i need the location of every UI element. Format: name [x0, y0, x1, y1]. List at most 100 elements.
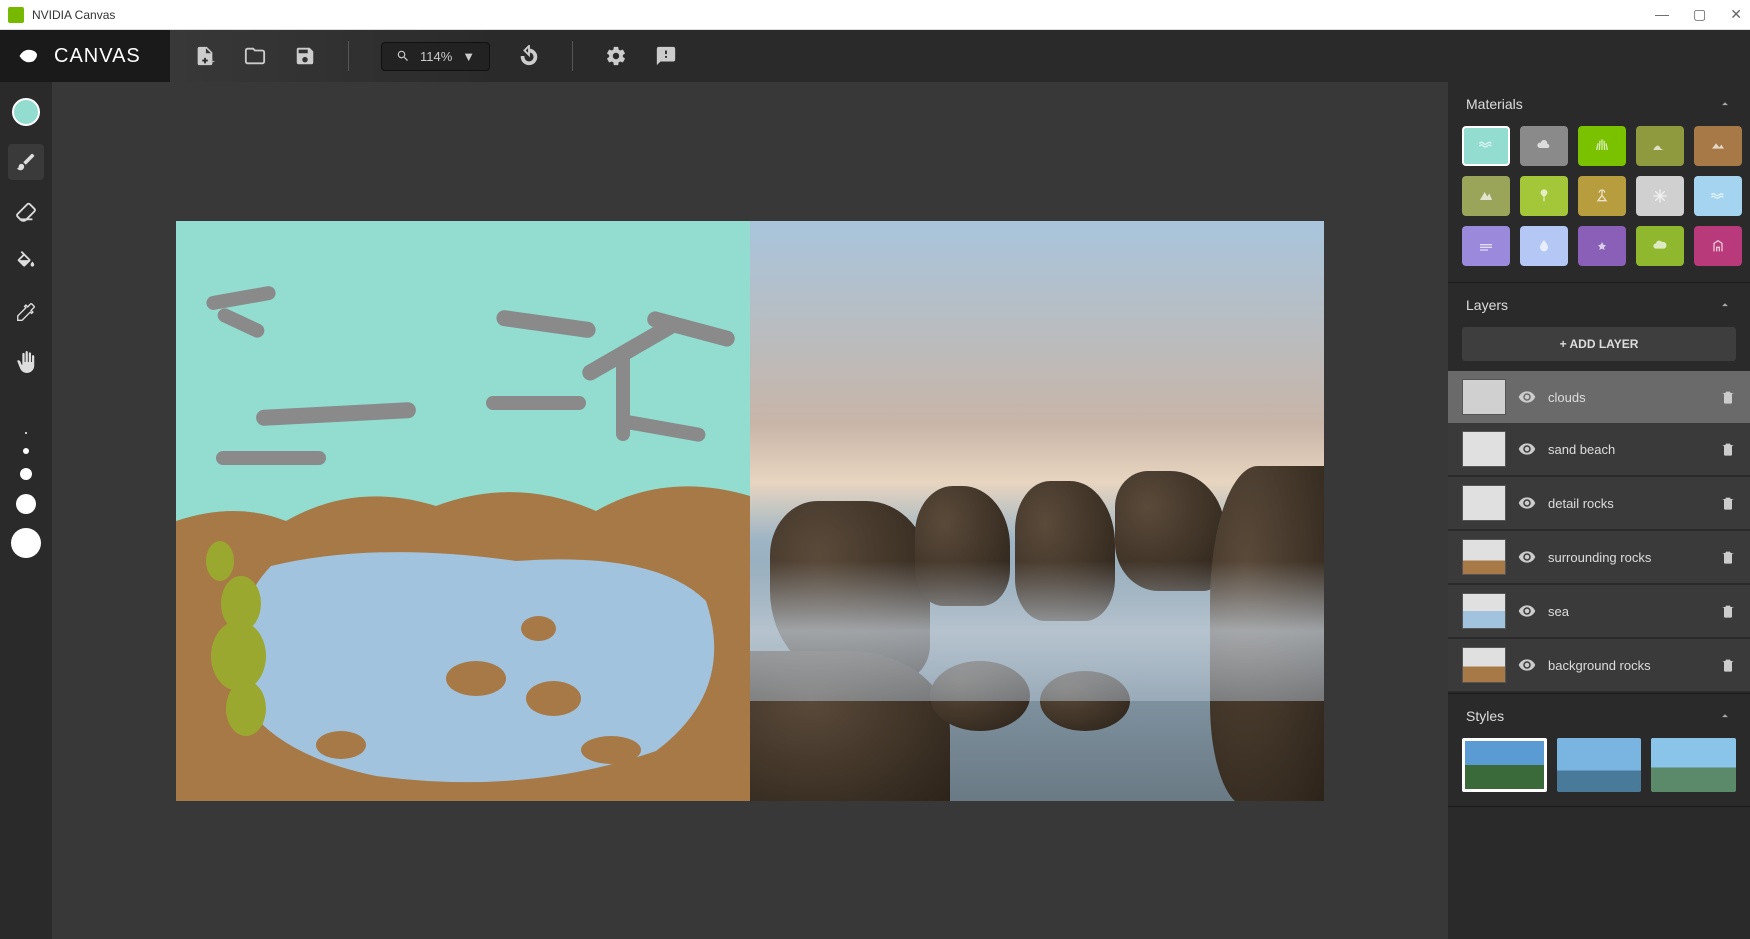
layer-row[interactable]: background rocks [1448, 639, 1750, 691]
layer-row[interactable]: sea [1448, 585, 1750, 637]
style-thumb[interactable] [1651, 738, 1736, 792]
canvas-area [52, 82, 1448, 939]
tool-eyedropper[interactable] [8, 294, 44, 330]
hill-icon [1650, 138, 1670, 154]
nvidia-logo-icon [16, 42, 44, 70]
layer-name: clouds [1548, 390, 1708, 405]
layer-thumbnail [1462, 593, 1506, 629]
material-sky[interactable] [1520, 226, 1568, 266]
app-icon [8, 7, 24, 23]
output-canvas [750, 221, 1324, 801]
material-mountain[interactable] [1462, 176, 1510, 216]
window-controls: — ▢ ✕ [1655, 6, 1742, 23]
material-building[interactable] [1694, 226, 1742, 266]
material-stars[interactable] [1578, 226, 1626, 266]
material-snow[interactable] [1636, 176, 1684, 216]
save-file-button[interactable] [294, 45, 316, 67]
styles-panel-header[interactable]: Styles [1448, 694, 1750, 738]
style-thumb[interactable] [1557, 738, 1642, 792]
materials-panel-header[interactable]: Materials [1448, 82, 1750, 126]
divider [348, 41, 349, 71]
material-grass[interactable] [1578, 126, 1626, 166]
material-fog[interactable] [1462, 226, 1510, 266]
visibility-toggle-icon[interactable] [1518, 388, 1536, 406]
tool-brush[interactable] [8, 144, 44, 180]
layer-row[interactable]: sand beach [1448, 423, 1750, 475]
delete-layer-icon[interactable] [1720, 657, 1736, 673]
close-button[interactable]: ✕ [1730, 6, 1742, 23]
material-dirt[interactable] [1694, 126, 1742, 166]
visibility-toggle-icon[interactable] [1518, 656, 1536, 674]
brush-size-l[interactable] [16, 494, 36, 514]
layer-row[interactable]: clouds [1448, 371, 1750, 423]
top-toolbar: CANVAS + 114% ▼ [0, 30, 1750, 82]
zoom-value: 114% [420, 49, 452, 64]
material-cloud[interactable] [1520, 126, 1568, 166]
minimize-button[interactable]: — [1655, 6, 1669, 23]
layer-name: sand beach [1548, 442, 1708, 457]
delete-layer-icon[interactable] [1720, 441, 1736, 457]
add-layer-button[interactable]: + ADD LAYER [1462, 327, 1736, 361]
visibility-toggle-icon[interactable] [1518, 602, 1536, 620]
layer-name: surrounding rocks [1548, 550, 1708, 565]
delete-layer-icon[interactable] [1720, 549, 1736, 565]
styles-title: Styles [1466, 708, 1504, 724]
layer-name: detail rocks [1548, 496, 1708, 511]
layer-thumbnail [1462, 539, 1506, 575]
search-icon [396, 49, 410, 63]
right-panel: Materials Layers + ADD LAYER clouds sand … [1448, 82, 1750, 939]
settings-button[interactable] [605, 45, 627, 67]
tool-fill[interactable] [8, 244, 44, 280]
raindrop-icon [1534, 238, 1554, 254]
building-icon [1708, 238, 1728, 254]
waves-icon [1476, 138, 1496, 154]
layer-row[interactable]: surrounding rocks [1448, 531, 1750, 583]
delete-layer-icon[interactable] [1720, 389, 1736, 405]
style-thumb[interactable] [1462, 738, 1547, 792]
maximize-button[interactable]: ▢ [1693, 6, 1706, 23]
brush-size-m[interactable] [20, 468, 32, 480]
visibility-toggle-icon[interactable] [1518, 494, 1536, 512]
tool-pan[interactable] [8, 344, 44, 380]
layer-thumbnail [1462, 647, 1506, 683]
zoom-dropdown[interactable]: 114% ▼ [381, 42, 490, 71]
material-hill[interactable] [1636, 126, 1684, 166]
material-sea[interactable] [1462, 126, 1510, 166]
undo-button[interactable] [518, 45, 540, 67]
water-icon [1708, 188, 1728, 204]
divider [572, 41, 573, 71]
brand: CANVAS [0, 42, 170, 70]
sketch-canvas[interactable] [176, 221, 750, 801]
stars-icon [1592, 238, 1612, 254]
materials-title: Materials [1466, 96, 1523, 112]
fog-icon [1476, 238, 1496, 254]
layers-panel-header[interactable]: Layers [1448, 283, 1750, 327]
chevron-up-icon [1718, 97, 1732, 111]
window-titlebar: NVIDIA Canvas — ▢ ✕ [0, 0, 1750, 30]
brush-size-xs[interactable] [25, 432, 27, 434]
brush-size-s[interactable] [23, 448, 29, 454]
dirt-icon [1708, 138, 1728, 154]
tool-eraser[interactable] [8, 194, 44, 230]
material-bush[interactable] [1636, 226, 1684, 266]
window-title: NVIDIA Canvas [32, 8, 1655, 22]
tool-swatch[interactable] [8, 94, 44, 130]
active-material-swatch [12, 98, 40, 126]
material-tree[interactable] [1520, 176, 1568, 216]
brush-size-xl[interactable] [11, 528, 41, 558]
material-sand[interactable] [1578, 176, 1626, 216]
snow-icon [1650, 188, 1670, 204]
delete-layer-icon[interactable] [1720, 495, 1736, 511]
layers-list: clouds sand beach detail rocks surrounding … [1448, 371, 1750, 691]
open-file-button[interactable] [244, 45, 266, 67]
visibility-toggle-icon[interactable] [1518, 440, 1536, 458]
grass-icon [1592, 138, 1612, 154]
material-water[interactable] [1694, 176, 1742, 216]
visibility-toggle-icon[interactable] [1518, 548, 1536, 566]
layer-row[interactable]: detail rocks [1448, 477, 1750, 529]
delete-layer-icon[interactable] [1720, 603, 1736, 619]
feedback-button[interactable] [655, 45, 677, 67]
new-file-button[interactable]: + [194, 45, 216, 67]
materials-grid [1448, 126, 1750, 282]
chevron-up-icon [1718, 709, 1732, 723]
